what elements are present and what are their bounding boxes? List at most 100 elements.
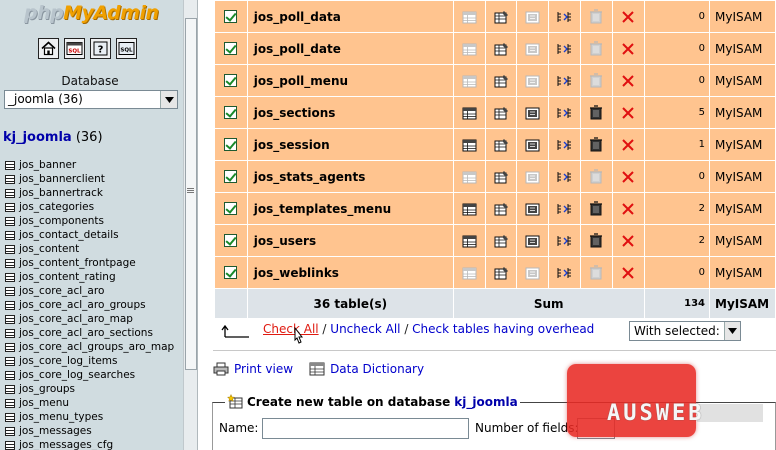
empty-icon[interactable] (589, 201, 603, 216)
insert-icon[interactable] (556, 233, 573, 247)
insert-icon[interactable] (556, 73, 573, 87)
drop-icon[interactable] (621, 233, 635, 247)
chevron-down-icon[interactable] (160, 91, 177, 108)
table-name[interactable]: jos_session (246, 128, 454, 161)
table-icon[interactable] (5, 230, 15, 240)
with-selected-select[interactable]: With selected: (629, 321, 741, 341)
database-title[interactable]: kj_joomla (36) (3, 130, 103, 145)
row-checkbox[interactable] (224, 73, 238, 87)
home-icon[interactable] (38, 38, 59, 59)
table-icon[interactable] (5, 258, 15, 268)
browse-icon[interactable] (462, 138, 477, 152)
nav-table-item[interactable]: jos_groups (5, 382, 174, 396)
drop-icon[interactable] (621, 105, 635, 119)
table-icon[interactable] (5, 202, 15, 212)
insert-icon[interactable] (556, 105, 573, 119)
nav-table-item[interactable]: jos_bannerclient (5, 172, 174, 186)
table-icon[interactable] (5, 160, 15, 170)
structure-icon[interactable] (494, 169, 509, 184)
row-checkbox[interactable] (224, 265, 238, 279)
table-icon[interactable] (5, 370, 15, 380)
empty-icon[interactable] (589, 265, 603, 280)
nav-table-item[interactable]: jos_core_log_searches (5, 368, 174, 382)
structure-icon[interactable] (494, 265, 509, 280)
table-icon[interactable] (5, 356, 15, 366)
search-icon[interactable] (525, 170, 540, 184)
nav-table-item[interactable]: jos_content_frontpage (5, 256, 174, 270)
search-icon[interactable] (525, 42, 540, 56)
drop-icon[interactable] (621, 265, 635, 279)
table-icon[interactable] (5, 412, 15, 422)
nav-table-item[interactable]: jos_content_rating (5, 270, 174, 284)
empty-icon[interactable] (589, 233, 603, 248)
nav-table-item[interactable]: jos_core_acl_aro_sections (5, 326, 174, 340)
nav-table-item[interactable]: jos_menu_types (5, 410, 174, 424)
table-name[interactable]: jos_poll_data (246, 0, 454, 33)
browse-icon[interactable] (462, 42, 477, 56)
insert-icon[interactable] (556, 265, 573, 279)
nav-scrollbar-thumb[interactable] (185, 18, 197, 370)
search-icon[interactable] (525, 74, 540, 88)
empty-icon[interactable] (589, 73, 603, 88)
nav-table-item[interactable]: jos_banner (5, 158, 174, 172)
print-view-link[interactable]: Print view (234, 362, 293, 376)
help-icon[interactable]: ? (90, 38, 111, 59)
row-checkbox[interactable] (224, 169, 238, 183)
insert-icon[interactable] (556, 201, 573, 215)
structure-icon[interactable] (494, 73, 509, 88)
drop-icon[interactable] (621, 73, 635, 87)
browse-icon[interactable] (462, 106, 477, 120)
search-icon[interactable] (525, 138, 540, 152)
structure-icon[interactable] (494, 9, 509, 24)
search-icon[interactable] (525, 234, 540, 248)
row-checkbox[interactable] (224, 137, 238, 151)
nav-table-item[interactable]: jos_components (5, 214, 174, 228)
database-select[interactable]: _joomla (36) (4, 90, 178, 109)
insert-icon[interactable] (556, 41, 573, 55)
empty-icon[interactable] (589, 105, 603, 120)
nav-table-item[interactable]: jos_messages_cfg (5, 438, 174, 450)
nav-table-item[interactable]: jos_core_acl_aro_groups (5, 298, 174, 312)
drop-icon[interactable] (621, 9, 635, 23)
search-icon[interactable] (525, 10, 540, 24)
row-checkbox[interactable] (224, 233, 238, 247)
browse-icon[interactable] (462, 10, 477, 24)
table-icon[interactable] (5, 286, 15, 296)
table-icon[interactable] (5, 398, 15, 408)
row-checkbox[interactable] (224, 201, 238, 215)
print-icon[interactable] (213, 362, 229, 376)
table-icon[interactable] (5, 328, 15, 338)
empty-icon[interactable] (589, 9, 603, 24)
nav-table-item[interactable]: jos_core_acl_groups_aro_map (5, 340, 174, 354)
browse-icon[interactable] (462, 234, 477, 248)
table-icon[interactable] (5, 188, 15, 198)
uncheck-all-link[interactable]: Uncheck All (330, 322, 400, 336)
insert-icon[interactable] (556, 169, 573, 183)
table-icon[interactable] (5, 244, 15, 254)
drop-icon[interactable] (621, 41, 635, 55)
drop-icon[interactable] (621, 201, 635, 215)
table-icon[interactable] (5, 216, 15, 226)
table-icon[interactable] (5, 300, 15, 310)
browse-icon[interactable] (462, 266, 477, 280)
insert-icon[interactable] (556, 9, 573, 23)
table-name[interactable]: jos_stats_agents (246, 160, 454, 193)
browse-icon[interactable] (462, 74, 477, 88)
table-icon[interactable] (5, 384, 15, 394)
table-icon[interactable] (5, 314, 15, 324)
search-icon[interactable] (525, 202, 540, 216)
row-checkbox[interactable] (224, 105, 238, 119)
table-icon[interactable] (5, 174, 15, 184)
chevron-down-icon[interactable] (724, 322, 740, 340)
nav-table-item[interactable]: jos_bannertrack (5, 186, 174, 200)
nav-table-item[interactable]: jos_menu (5, 396, 174, 410)
row-checkbox[interactable] (224, 41, 238, 55)
structure-icon[interactable] (494, 137, 509, 152)
search-icon[interactable] (525, 106, 540, 120)
browse-icon[interactable] (462, 170, 477, 184)
table-name[interactable]: jos_weblinks (246, 256, 454, 289)
sql-docs-icon[interactable]: SQL (116, 38, 137, 59)
data-dictionary-link[interactable]: Data Dictionary (330, 362, 424, 376)
table-name[interactable]: jos_sections (246, 96, 454, 129)
table-icon[interactable] (5, 440, 15, 450)
